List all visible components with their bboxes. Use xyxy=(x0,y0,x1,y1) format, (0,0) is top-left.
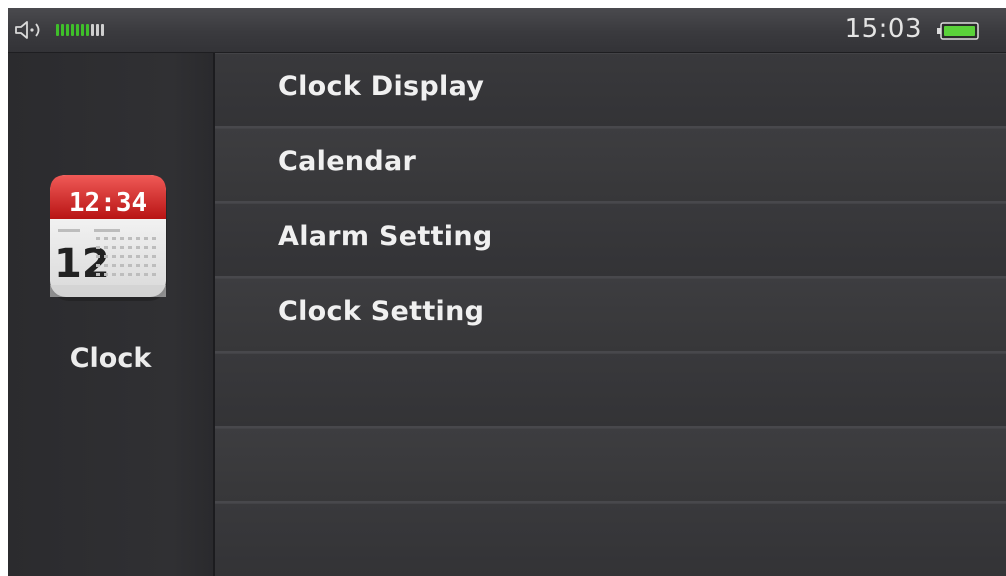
volume-bar xyxy=(86,24,89,36)
menu-list: Clock Display Calendar Alarm Setting Clo… xyxy=(215,53,1006,576)
volume-bar xyxy=(66,24,69,36)
calendar-icon-time: 12:34 xyxy=(69,188,147,218)
menu-item-empty xyxy=(215,503,1006,576)
menu-item-label: Clock Setting xyxy=(278,296,485,327)
volume-bar xyxy=(56,24,59,36)
volume-bar xyxy=(71,24,74,36)
volume-bar xyxy=(76,24,79,36)
menu-item-clock-setting[interactable]: Clock Setting xyxy=(215,278,1006,353)
battery-icon xyxy=(937,22,979,40)
volume-bar xyxy=(81,24,84,36)
speaker-icon[interactable] xyxy=(14,20,48,40)
menu-item-empty xyxy=(215,353,1006,428)
menu-item-label: Alarm Setting xyxy=(278,221,493,252)
menu-item-alarm-setting[interactable]: Alarm Setting xyxy=(215,203,1006,278)
volume-bar xyxy=(91,24,94,36)
device-screen: 15:03 12:34 12 Clock Clock Display Calen… xyxy=(8,8,1006,576)
menu-item-label: Calendar xyxy=(278,146,417,177)
volume-bar xyxy=(101,24,104,36)
status-bar: 15:03 xyxy=(8,8,1006,53)
volume-bar xyxy=(96,24,99,36)
app-title: Clock xyxy=(69,343,152,374)
sidebar-panel: 12:34 12 Clock xyxy=(8,53,215,576)
calendar-clock-icon: 12:34 12 xyxy=(50,175,167,301)
menu-item-calendar[interactable]: Calendar xyxy=(215,128,1006,203)
status-time: 15:03 xyxy=(844,14,922,44)
calendar-icon-date: 12 xyxy=(54,241,110,287)
volume-level-meter[interactable] xyxy=(56,24,104,36)
menu-item-clock-display[interactable]: Clock Display xyxy=(215,53,1006,128)
menu-item-label: Clock Display xyxy=(278,71,485,102)
volume-bar xyxy=(61,24,64,36)
menu-item-empty xyxy=(215,428,1006,503)
